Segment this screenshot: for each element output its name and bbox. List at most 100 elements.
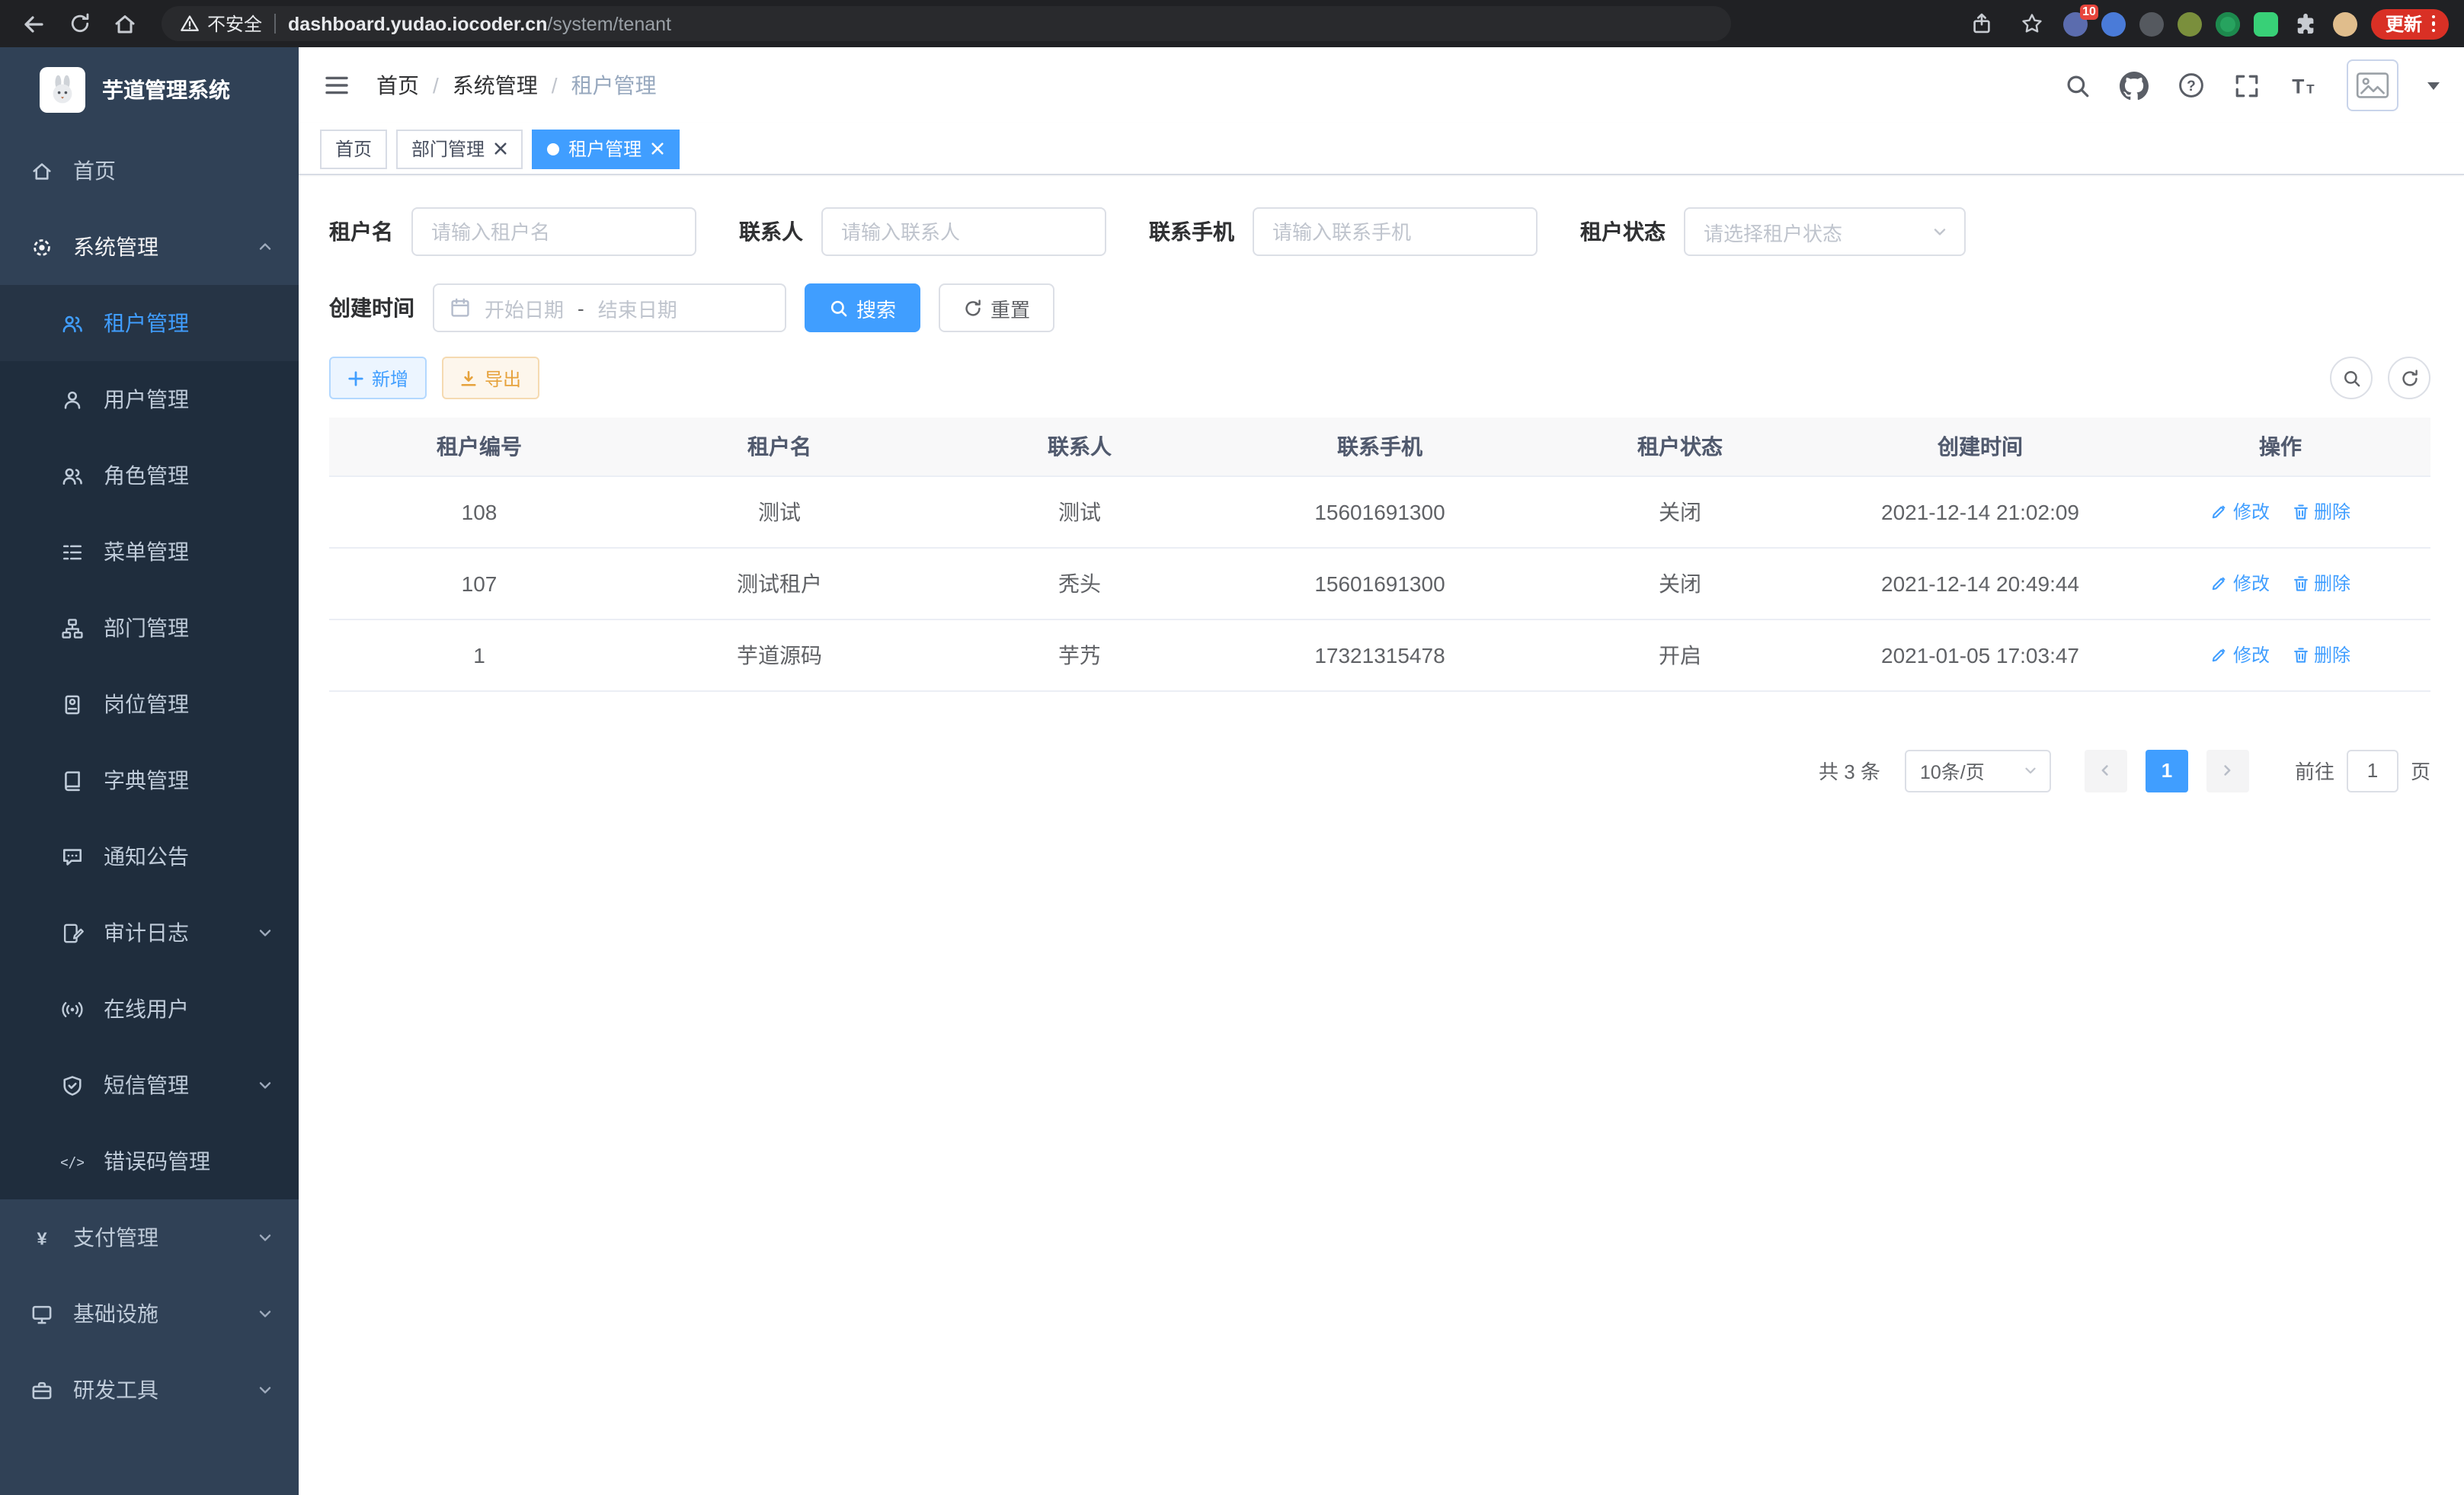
back-icon[interactable] xyxy=(15,5,52,42)
chevron-down-icon xyxy=(1931,222,1949,241)
avatar[interactable] xyxy=(2347,59,2398,111)
update-button[interactable]: 更新 xyxy=(2372,8,2449,39)
font-size-icon[interactable]: TT xyxy=(2289,72,2318,98)
extension-icon-green-square[interactable] xyxy=(2254,11,2279,36)
sidebar-item-infrastructure[interactable]: 基础设施 xyxy=(0,1276,299,1352)
bookmark-star-icon[interactable] xyxy=(2014,5,2050,42)
cell-created: 2021-01-05 17:03:47 xyxy=(1830,619,2130,690)
sidebar-item-user-management[interactable]: 用户管理 xyxy=(0,361,299,437)
profile-avatar-icon[interactable] xyxy=(2334,11,2358,36)
edit-label: 修改 xyxy=(2233,570,2270,596)
sidebar-item-system-management[interactable]: 系统管理 xyxy=(0,209,299,285)
tenant-name-input[interactable] xyxy=(411,207,696,256)
fullscreen-icon[interactable] xyxy=(2234,72,2260,98)
cell-actions: 修改 删除 xyxy=(2130,619,2430,690)
reload-icon[interactable] xyxy=(61,5,98,42)
sidebar-item-menu-management[interactable]: 菜单管理 xyxy=(0,514,299,590)
sidebar-toggle-icon[interactable] xyxy=(323,72,350,99)
github-icon[interactable] xyxy=(2120,71,2149,100)
edit-link[interactable]: 修改 xyxy=(2210,570,2270,596)
cell-phone: 15601691300 xyxy=(1230,475,1530,547)
chevron-right-icon xyxy=(2219,762,2236,779)
help-icon[interactable]: ? xyxy=(2178,72,2205,99)
chrome-right-cluster: 10 更新 xyxy=(1963,5,2449,42)
refresh-button[interactable] xyxy=(2388,357,2430,399)
sidebar-item-payment[interactable]: ¥ 支付管理 xyxy=(0,1199,299,1276)
prev-page-button[interactable] xyxy=(2085,749,2127,792)
delete-label: 删除 xyxy=(2314,570,2350,596)
cell-actions: 修改 删除 xyxy=(2130,475,2430,547)
navbar-right-cluster: ? TT xyxy=(2065,59,2440,111)
sidebar-item-label: 菜单管理 xyxy=(104,536,189,567)
close-icon[interactable] xyxy=(651,142,664,155)
security-label: 不安全 xyxy=(207,11,262,37)
sidebar-item-notice[interactable]: 通知公告 xyxy=(0,818,299,895)
sidebar-logo[interactable]: 芋道管理系统 xyxy=(0,47,299,133)
current-page-button[interactable]: 1 xyxy=(2146,749,2188,792)
breadcrumb-home[interactable]: 首页 xyxy=(376,70,419,101)
sidebar-item-online-users[interactable]: 在线用户 xyxy=(0,971,299,1047)
extension-icon-blue[interactable] xyxy=(2102,11,2126,36)
status-select[interactable]: 请选择租户状态 xyxy=(1684,207,1966,256)
reset-button[interactable]: 重置 xyxy=(939,283,1054,332)
cell-phone: 15601691300 xyxy=(1230,547,1530,619)
chevron-down-icon[interactable] xyxy=(2427,82,2440,89)
address-bar[interactable]: 不安全 dashboard.yudao.iocoder.cn/system/te… xyxy=(162,6,1731,41)
sidebar-item-dict-management[interactable]: 字典管理 xyxy=(0,742,299,818)
date-range-picker[interactable]: 开始日期 - 结束日期 xyxy=(433,283,786,332)
breadcrumb-system[interactable]: 系统管理 xyxy=(453,70,538,101)
sidebar-item-tenant-management[interactable]: 租户管理 xyxy=(0,285,299,361)
goto-page-input[interactable] xyxy=(2347,749,2398,792)
tab-tenant-management[interactable]: 租户管理 xyxy=(532,129,680,168)
home-icon[interactable] xyxy=(107,5,143,42)
extension-icon-green-circle[interactable] xyxy=(2216,11,2241,36)
delete-link[interactable]: 删除 xyxy=(2291,498,2350,524)
list-tree-icon xyxy=(61,540,84,563)
delete-link[interactable]: 删除 xyxy=(2291,642,2350,667)
next-page-button[interactable] xyxy=(2206,749,2249,792)
page-size-value: 10条/页 xyxy=(1920,756,1985,785)
book-icon xyxy=(61,769,84,792)
active-dot-icon xyxy=(547,142,559,155)
cell-actions: 修改 删除 xyxy=(2130,547,2430,619)
broken-image-icon xyxy=(2356,72,2389,99)
phone-input[interactable] xyxy=(1253,207,1538,256)
field-label: 租户状态 xyxy=(1580,216,1666,247)
sidebar-item-post-management[interactable]: 岗位管理 xyxy=(0,666,299,742)
cell-tenant-id: 108 xyxy=(329,475,629,547)
warning-icon xyxy=(180,14,200,34)
add-button[interactable]: 新增 xyxy=(329,357,427,399)
security-chip[interactable]: 不安全 xyxy=(180,11,262,37)
extensions-puzzle-icon[interactable] xyxy=(2293,5,2320,42)
extension-icon-olive[interactable] xyxy=(2178,11,2203,36)
page-size-select[interactable]: 10条/页 xyxy=(1905,749,2051,792)
close-icon[interactable] xyxy=(494,142,507,155)
edit-link[interactable]: 修改 xyxy=(2210,498,2270,524)
sidebar-item-home[interactable]: 首页 xyxy=(0,133,299,209)
edit-label: 修改 xyxy=(2233,642,2270,667)
tab-dept-management[interactable]: 部门管理 xyxy=(396,129,523,168)
contact-input[interactable] xyxy=(821,207,1106,256)
monitor-icon xyxy=(30,1302,53,1325)
column-header: 操作 xyxy=(2130,418,2430,475)
sidebar-item-dept-management[interactable]: 部门管理 xyxy=(0,590,299,666)
sidebar-item-sms-management[interactable]: 短信管理 xyxy=(0,1047,299,1123)
edit-link[interactable]: 修改 xyxy=(2210,642,2270,667)
tab-home[interactable]: 首页 xyxy=(320,129,387,168)
search-button[interactable]: 搜索 xyxy=(805,283,920,332)
menu-dots-icon xyxy=(2431,15,2435,33)
export-button[interactable]: 导出 xyxy=(442,357,539,399)
sidebar-item-audit-log[interactable]: 审计日志 xyxy=(0,895,299,971)
sidebar-item-error-code[interactable]: </> 错误码管理 xyxy=(0,1123,299,1199)
search-icon[interactable] xyxy=(2065,72,2091,98)
extension-icon-badged[interactable]: 10 xyxy=(2064,11,2088,36)
share-icon[interactable] xyxy=(1963,5,2000,42)
document-edit-icon xyxy=(61,921,84,944)
toggle-search-button[interactable] xyxy=(2330,357,2373,399)
delete-link[interactable]: 删除 xyxy=(2291,570,2350,596)
extension-icon-dark[interactable] xyxy=(2140,11,2165,36)
cell-contact: 测试 xyxy=(930,475,1230,547)
sidebar-item-role-management[interactable]: 角色管理 xyxy=(0,437,299,514)
sidebar-item-dev-tools[interactable]: 研发工具 xyxy=(0,1352,299,1428)
sidebar-item-label: 用户管理 xyxy=(104,384,189,415)
